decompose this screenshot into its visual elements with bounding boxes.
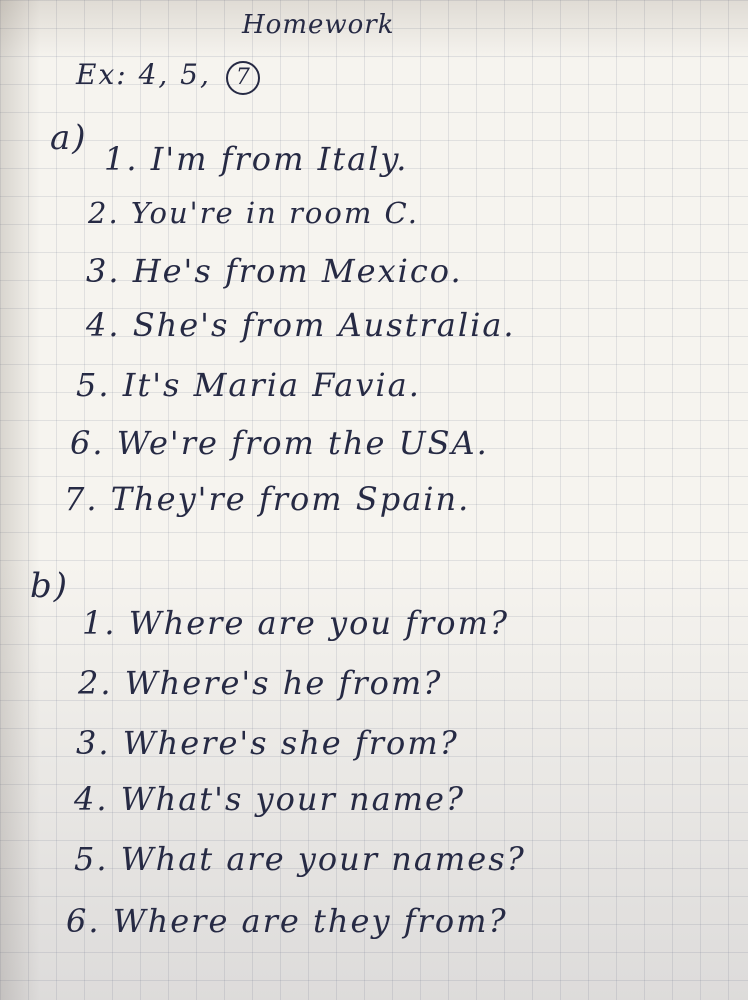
answer-a-7: 7. They're from Spain.	[64, 480, 471, 518]
answer-a-2: 2. You're in room C.	[88, 196, 419, 230]
exercise-list: Ex: 4, 5, 7	[76, 58, 260, 95]
notebook-page: Homework Ex: 4, 5, 7 a) 1. I'm from Ital…	[0, 0, 748, 1000]
answer-b-5: 5. What are your names?	[74, 840, 526, 878]
answer-b-3: 3. Where's she from?	[76, 724, 459, 762]
page-title: Homework	[242, 10, 395, 40]
exercise-label: Ex: 4, 5,	[76, 58, 211, 91]
section-a-label: a)	[50, 118, 88, 158]
answer-a-3: 3. He's from Mexico.	[86, 252, 463, 290]
answer-a-4: 4. She's from Australia.	[86, 306, 516, 344]
section-b-label: b)	[30, 566, 70, 606]
answer-b-6: 6. Where are they from?	[66, 902, 508, 940]
answer-b-1: 1. Where are you from?	[82, 604, 510, 642]
answer-b-2: 2. Where's he from?	[78, 664, 443, 702]
answer-a-5: 5. It's Maria Favia.	[76, 366, 421, 404]
answer-a-6: 6. We're from the USA.	[70, 424, 489, 462]
answer-b-4: 4. What's your name?	[74, 780, 466, 818]
answer-a-1: 1. I'm from Italy.	[104, 140, 409, 178]
circled-exercise-number: 7	[225, 61, 260, 95]
